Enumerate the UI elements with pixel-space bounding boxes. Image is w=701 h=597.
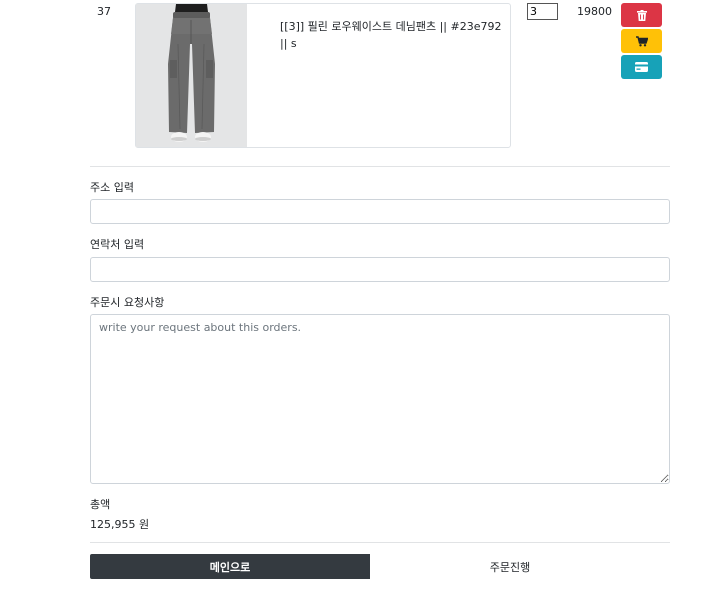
total-value: 125,955 원 [90,518,150,531]
product-name[interactable]: [[3]] 필린 로우웨이스트 데님팬츠 || #23e792 || s [280,18,502,52]
item-index: 37 [97,5,111,18]
delete-button[interactable] [621,3,662,27]
divider-bottom [90,542,670,543]
product-card[interactable]: [[3]] 필린 로우웨이스트 데님팬츠 || #23e792 || s [135,3,511,148]
address-input[interactable] [90,199,670,224]
add-to-cart-button[interactable] [621,29,662,53]
product-photo[interactable] [136,4,247,147]
product-photo-illustration [136,4,247,147]
place-order-button[interactable]: 주문진행 [370,554,650,579]
trash-icon [636,9,647,21]
address-label: 주소 입력 [90,181,134,194]
payment-button[interactable] [621,55,662,79]
request-label: 주문시 요청사항 [90,296,165,309]
request-textarea[interactable] [90,314,670,484]
quantity-input[interactable] [527,3,558,20]
divider-top [90,166,670,167]
item-price: 19800 [577,5,612,18]
total-label: 총액 [90,498,111,511]
cart-icon [635,35,648,46]
main-page-button[interactable]: 메인으로 [90,554,370,579]
card-icon [635,62,648,72]
contact-label: 연락처 입력 [90,238,145,251]
contact-input[interactable] [90,257,670,282]
